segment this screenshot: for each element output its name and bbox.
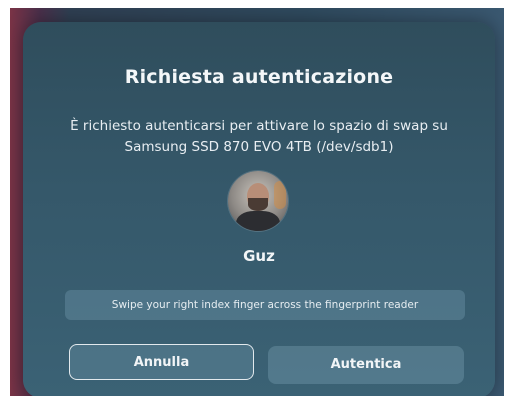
desktop-background: Richiesta autenticazione È richiesto aut…	[10, 8, 504, 396]
authentication-dialog: Richiesta autenticazione È richiesto aut…	[23, 22, 495, 396]
dialog-title: Richiesta autenticazione	[124, 66, 394, 88]
avatar-body	[236, 211, 280, 231]
avatar-light	[274, 181, 286, 209]
avatar-beard	[248, 198, 268, 211]
fingerprint-prompt: Swipe your right index finger across the…	[65, 290, 465, 320]
authenticate-button[interactable]: Autentica	[268, 346, 464, 384]
cancel-button[interactable]: Annulla	[69, 344, 254, 380]
user-name: Guz	[243, 247, 275, 265]
user-avatar	[228, 171, 288, 231]
dialog-message: È richiesto autenticarsi per attivare lo…	[70, 118, 448, 155]
